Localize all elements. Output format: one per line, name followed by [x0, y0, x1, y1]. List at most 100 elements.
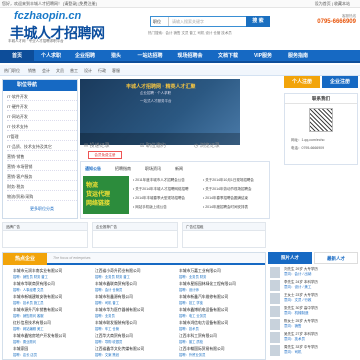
- sidebar-item[interactable]: IT·硬件开发: [7, 102, 77, 111]
- news-link[interactable]: • 关于2014年劳动节现场招聘会: [203, 187, 251, 192]
- company-jobs[interactable]: 招聘：司机 普工: [95, 300, 119, 305]
- company-jobs[interactable]: 招聘：业务员: [95, 313, 115, 318]
- company-jobs[interactable]: 招聘：销售顾问 客服: [13, 313, 44, 318]
- nav-headhunter[interactable]: 猎头: [102, 50, 130, 63]
- avatar[interactable]: [270, 345, 280, 356]
- subnav-item[interactable]: 行政: [98, 68, 106, 74]
- talent-position: 意向：设计 / 美工: [284, 285, 312, 289]
- avatar[interactable]: [270, 267, 280, 278]
- avatar[interactable]: [270, 306, 280, 317]
- contact-line: 电话：0795-6666909: [291, 146, 325, 150]
- sidebar-item[interactable]: IT·网站开发: [7, 112, 77, 121]
- search-type-select[interactable]: 职位: [151, 17, 169, 26]
- subnav-item[interactable]: 会计: [42, 68, 50, 74]
- company-jobs[interactable]: 招聘：业务员 财务: [179, 274, 206, 279]
- tab-new-talent[interactable]: 最新人才: [314, 252, 358, 264]
- nav-vip[interactable]: VIP服务: [246, 50, 280, 63]
- news-tab[interactable]: 通知公告: [85, 164, 101, 174]
- sidebar-item[interactable]: 物流/贸易/采购: [7, 192, 77, 201]
- news-link[interactable]: • 2014年度招聘会时间安排表: [203, 205, 248, 210]
- company-jobs[interactable]: 招聘：网站编辑 美工: [13, 326, 44, 331]
- news-link[interactable]: • 关于2014年10月1日现场招聘会: [203, 178, 254, 183]
- news-link[interactable]: • 网站手机版上线公告: [133, 205, 167, 210]
- news-tab[interactable]: 招聘指南: [115, 164, 131, 174]
- welcome-text[interactable]: 您好，欢迎来到丰城人才招聘网！ [请登录] [免费注册]: [2, 1, 97, 7]
- sub-nav: 热门职位 销售 会计 文员 普工 设计 行政 客服: [0, 65, 360, 76]
- hotline: 客服热线 0795-6666909: [306, 14, 356, 25]
- sidebar-item[interactable]: 营销·销售: [7, 152, 77, 161]
- site-logo[interactable]: fczhaopin.cn 丰城人才招聘网 丰城人才网 · 专业人才招聘求职平台: [4, 10, 105, 46]
- sidebar-item[interactable]: IT·品质、技术支持及其它: [7, 142, 77, 151]
- search-button[interactable]: 搜 索: [246, 16, 270, 27]
- company-jobs[interactable]: 招聘：电工 业务员: [179, 313, 206, 318]
- company-jobs[interactable]: 招聘：业务员 财务 普工: [95, 274, 130, 279]
- avatar[interactable]: [270, 280, 280, 291]
- nav-guide[interactable]: 服务指南: [280, 50, 316, 63]
- avatar[interactable]: [270, 332, 280, 343]
- block-title: 品牌广告: [3, 223, 87, 231]
- company-jobs[interactable]: 招聘：人事经理 文员: [13, 287, 44, 292]
- company-jobs[interactable]: 招聘：技术员: [179, 326, 199, 331]
- avatar[interactable]: [270, 293, 280, 304]
- news-link[interactable]: • 2011年度丰城市人才招聘会公告: [133, 178, 185, 183]
- company-jobs[interactable]: 招聘：设计师: [179, 287, 199, 292]
- sidebar-item[interactable]: IT·软件开发: [7, 92, 77, 101]
- nav-company[interactable]: 企业招聘: [68, 50, 102, 63]
- talent-position: 意向：文员 / 行政: [284, 298, 312, 302]
- company-jobs[interactable]: 招聘：店长 店员: [13, 352, 37, 357]
- company-jobs[interactable]: 招聘：技工 学徒: [179, 300, 203, 305]
- nav-personal[interactable]: 个人求职: [34, 50, 68, 63]
- company-jobs[interactable]: 招聘：置业顾问: [13, 339, 36, 344]
- banner-sub: 企业招聘 · 个人求职: [140, 91, 172, 95]
- news-image[interactable]: 物流 货运代理 网络链接: [83, 176, 129, 214]
- company-jobs[interactable]: 招聘：外贸业务员: [179, 352, 205, 357]
- banner-title: 丰城人才招聘网 · 精英人才汇聚: [126, 84, 196, 90]
- sidebar-item[interactable]: 营销·市场营销: [7, 162, 77, 171]
- news-link[interactable]: • 2014年丰城春季大型现场招聘会: [133, 196, 185, 201]
- hot-keywords[interactable]: 热门搜索：会计 销售 文员 普工 司机 设计 仓管 技术员: [148, 31, 298, 36]
- personal-register-button[interactable]: 个人注册: [284, 76, 320, 88]
- search-box: 职位 请输入搜索关键字 搜 索: [150, 16, 270, 27]
- subnav-item[interactable]: 设计: [84, 68, 92, 74]
- news-tab[interactable]: 新闻: [175, 164, 183, 174]
- top-links[interactable]: 设为首页 | 收藏本站: [315, 1, 350, 7]
- subnav-item[interactable]: 普工: [70, 68, 78, 74]
- ad-rent-block[interactable]: 广告位招租: [182, 222, 266, 248]
- nav-jobfair[interactable]: 现场招聘会: [170, 50, 210, 63]
- contact-line[interactable]: 网址：1.qq.com/echo: [291, 138, 324, 143]
- company-register-button[interactable]: 企业注册: [322, 76, 358, 88]
- company-jobs[interactable]: 招聘：车工 仓管: [95, 326, 119, 331]
- tab-photo-talent[interactable]: 照片人才: [268, 252, 312, 264]
- subnav-item[interactable]: 文员: [56, 68, 64, 74]
- subnav-item[interactable]: 销售: [28, 68, 36, 74]
- free-register-button[interactable]: 会员免费注册: [88, 151, 122, 159]
- company-jobs[interactable]: 招聘：销售员 财务 普工: [13, 274, 48, 279]
- company-jobs[interactable]: 招聘：导购 收银员: [95, 339, 122, 344]
- company-jobs[interactable]: 招聘：技术员 施工员: [13, 300, 44, 305]
- nav-onestop[interactable]: 一站达招聘: [130, 50, 170, 63]
- step-history[interactable]: ◷ 浏览记录: [194, 139, 220, 153]
- recommend-ad-block[interactable]: 企业推荐广告: [92, 222, 178, 248]
- avatar[interactable]: [270, 319, 280, 330]
- news-tab[interactable]: 职场资讯: [145, 164, 161, 174]
- news-link[interactable]: • 2014年春季招聘会圆满结束: [203, 196, 248, 201]
- company-jobs[interactable]: 招聘：会计 仓管员: [95, 287, 122, 292]
- nav-home[interactable]: 首页: [0, 50, 34, 63]
- sidebar-item[interactable]: IT管理: [7, 132, 77, 141]
- search-input[interactable]: 请输入搜索关键字: [172, 17, 204, 26]
- brand-ad-block[interactable]: 品牌广告: [2, 222, 88, 248]
- subnav-item[interactable]: 客服: [112, 68, 120, 74]
- step-invitations[interactable]: ☑ 职位邀约: [140, 139, 166, 153]
- banner-sub2: 一站式人才服务平台: [140, 99, 172, 103]
- hero-banner[interactable]: 丰城人才招聘网 · 精英人才汇聚 企业招聘 · 个人求职 一站式人才服务平台: [80, 79, 240, 145]
- more-categories-link[interactable]: 更多职位分类: [7, 204, 77, 213]
- nav-downloads[interactable]: 文档下载: [210, 50, 246, 63]
- sidebar-item[interactable]: 财务·税务: [7, 182, 77, 191]
- news-link[interactable]: • 关于2014年丰城人才招聘网络招聘: [133, 187, 188, 192]
- main-nav: 首页 个人求职 企业招聘 猎头 一站达招聘 现场招聘会 文档下载 VIP服务 服…: [0, 50, 360, 63]
- sidebar-item[interactable]: IT·技术支持: [7, 122, 77, 131]
- company-jobs[interactable]: 招聘：普工 质检: [179, 339, 203, 344]
- company-jobs[interactable]: 招聘：文案 策划: [95, 352, 119, 357]
- sidebar-item[interactable]: 营销·客户服务: [7, 172, 77, 181]
- block-title: 企业推荐广告: [93, 223, 177, 231]
